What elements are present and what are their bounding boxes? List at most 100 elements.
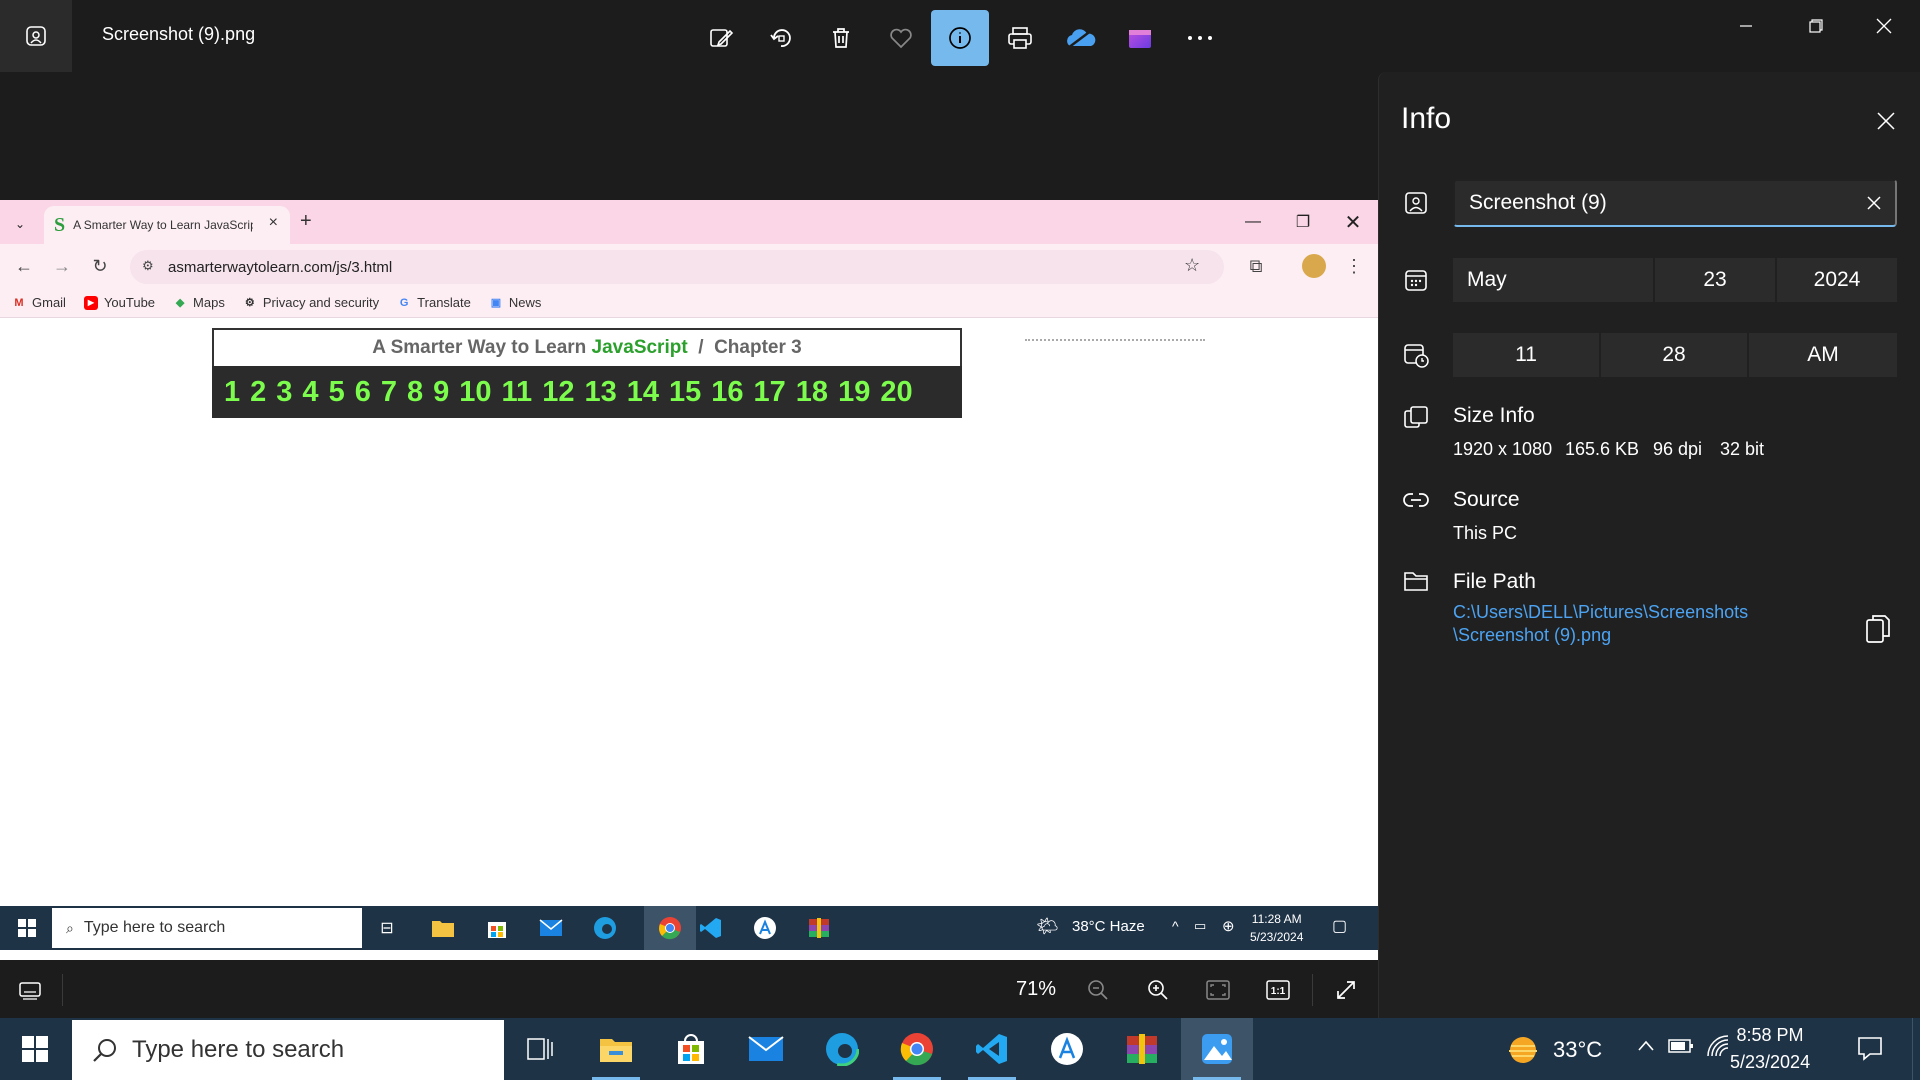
- file-explorer-icon: [428, 914, 458, 942]
- time-minute-picker[interactable]: 28: [1601, 333, 1747, 377]
- chapter-link[interactable]: 20: [880, 376, 912, 409]
- profile-avatar[interactable]: [1302, 254, 1326, 278]
- chapter-link[interactable]: 12: [542, 376, 574, 409]
- file-path-link[interactable]: C:\Users\DELL\Pictures\Screenshots: [1453, 602, 1748, 623]
- actual-size-button[interactable]: 1:1: [1262, 974, 1294, 1006]
- back-arrow-icon[interactable]: ←: [12, 254, 36, 278]
- bookmark-news[interactable]: ▣ News: [489, 295, 542, 310]
- store-icon: [482, 914, 512, 942]
- minimize-button[interactable]: [1716, 6, 1776, 46]
- print-button[interactable]: [991, 10, 1049, 66]
- browser-restore-icon[interactable]: ❐: [1283, 208, 1323, 236]
- chapter-link[interactable]: 1: [224, 376, 240, 409]
- mail-button[interactable]: [730, 1018, 802, 1080]
- chapter-link[interactable]: 7: [381, 376, 397, 409]
- show-desktop-button[interactable]: [1912, 1018, 1920, 1080]
- chapter-link[interactable]: 4: [302, 376, 318, 409]
- bookmark-privacy[interactable]: ⚙ Privacy and security: [243, 295, 379, 310]
- zoom-out-button[interactable]: [1082, 974, 1114, 1006]
- file-path-label: File Path: [1453, 570, 1536, 593]
- chrome-button[interactable]: [881, 1018, 953, 1080]
- site-info-icon[interactable]: ⚙: [142, 258, 154, 274]
- bookmark-translate[interactable]: G Translate: [397, 295, 471, 310]
- info-button[interactable]: [931, 10, 989, 66]
- taskbar-search-box[interactable]: Type here to search: [72, 1020, 504, 1080]
- winrar-button[interactable]: [1106, 1018, 1178, 1080]
- start-button[interactable]: [0, 1018, 70, 1080]
- more-options-button[interactable]: [1171, 10, 1229, 66]
- chapter-link[interactable]: 10: [459, 376, 491, 409]
- onedrive-button[interactable]: [1051, 10, 1109, 66]
- filmstrip-toggle-button[interactable]: [14, 974, 46, 1006]
- file-path-link-continued[interactable]: \Screenshot (9).png: [1453, 625, 1611, 646]
- chapter-link[interactable]: 17: [754, 376, 786, 409]
- new-tab-icon[interactable]: +: [300, 210, 312, 233]
- chapter-link[interactable]: 15: [669, 376, 701, 409]
- photos-button[interactable]: [1181, 1018, 1253, 1080]
- task-view-button[interactable]: [504, 1018, 576, 1080]
- date-day-picker[interactable]: 23: [1655, 258, 1775, 302]
- browser-tab[interactable]: S A Smarter Way to Learn JavaScript ×: [44, 206, 290, 244]
- app-a-button[interactable]: [1031, 1018, 1103, 1080]
- fit-to-window-button[interactable]: [1202, 974, 1234, 1006]
- file-explorer-button[interactable]: [580, 1018, 652, 1080]
- bookmark-star-icon[interactable]: ☆: [1184, 255, 1200, 276]
- bookmark-youtube[interactable]: ▶ YouTube: [83, 295, 155, 310]
- chapter-link[interactable]: 8: [407, 376, 423, 409]
- battery-button[interactable]: [1668, 1038, 1694, 1054]
- address-bar[interactable]: ⚙ asmarterwaytolearn.com/js/3.html ☆: [130, 250, 1224, 284]
- file-name-input[interactable]: [1453, 179, 1897, 227]
- vscode-button[interactable]: [956, 1018, 1028, 1080]
- show-hidden-icons-button[interactable]: [1636, 1036, 1656, 1056]
- browser-menu-icon[interactable]: ⋮: [1342, 254, 1366, 278]
- tab-search-icon[interactable]: ⌄: [8, 212, 32, 236]
- chapter-link[interactable]: 9: [433, 376, 449, 409]
- edge-button[interactable]: [806, 1018, 878, 1080]
- close-icon: [1876, 18, 1892, 34]
- taskbar-weather[interactable]: 33°C: [1505, 1034, 1602, 1066]
- clear-name-button[interactable]: [1857, 186, 1891, 220]
- close-info-panel-button[interactable]: [1871, 106, 1901, 136]
- taskbar-clock[interactable]: 8:58 PM 5/23/2024: [1730, 1022, 1810, 1076]
- time-hour-picker[interactable]: 11: [1453, 333, 1599, 377]
- wifi-button[interactable]: [1706, 1034, 1730, 1058]
- date-year-picker[interactable]: 2024: [1777, 258, 1897, 302]
- forward-arrow-icon[interactable]: →: [50, 254, 74, 278]
- notification-center-button[interactable]: [1856, 1034, 1884, 1062]
- tab-close-icon[interactable]: ×: [269, 214, 278, 232]
- chapter-link[interactable]: 19: [838, 376, 870, 409]
- fullscreen-button[interactable]: [1330, 974, 1362, 1006]
- chapter-link[interactable]: 5: [329, 376, 345, 409]
- bookmark-gmail[interactable]: M Gmail: [12, 295, 66, 310]
- time-ampm-picker[interactable]: AM: [1749, 333, 1897, 377]
- zoom-level[interactable]: 71%: [1016, 978, 1056, 1001]
- copy-path-button[interactable]: [1861, 612, 1895, 646]
- clipchamp-button[interactable]: [1111, 10, 1169, 66]
- chapter-link[interactable]: 18: [796, 376, 828, 409]
- restore-button[interactable]: [1786, 6, 1846, 46]
- chapter-link[interactable]: 6: [355, 376, 371, 409]
- rotate-button[interactable]: [752, 10, 810, 66]
- image-viewer[interactable]: ⌄ S A Smarter Way to Learn JavaScript × …: [0, 72, 1378, 1018]
- chapter-link[interactable]: 3: [276, 376, 292, 409]
- chapter-link[interactable]: 2: [250, 376, 266, 409]
- onedrive-icon: [1067, 29, 1096, 49]
- chapter-link[interactable]: 14: [627, 376, 659, 409]
- browser-close-icon[interactable]: ✕: [1333, 208, 1373, 236]
- favorite-button[interactable]: [872, 10, 930, 66]
- delete-button[interactable]: [812, 10, 870, 66]
- edit-image-button[interactable]: [692, 10, 750, 66]
- zoom-in-button[interactable]: [1142, 974, 1174, 1006]
- rotate-icon: [770, 29, 791, 47]
- chapter-link[interactable]: 16: [711, 376, 743, 409]
- chapter-link[interactable]: 13: [584, 376, 616, 409]
- weather-icon: 🌤: [1036, 916, 1059, 936]
- close-window-button[interactable]: [1854, 6, 1914, 46]
- store-button[interactable]: [655, 1018, 727, 1080]
- reload-icon[interactable]: ↻: [88, 254, 112, 278]
- bookmark-maps[interactable]: ◆ Maps: [173, 295, 225, 310]
- browser-minimize-icon[interactable]: —: [1233, 208, 1273, 236]
- date-month-picker[interactable]: May: [1453, 258, 1653, 302]
- extensions-icon[interactable]: ⧉: [1244, 254, 1268, 278]
- chapter-link[interactable]: 11: [502, 376, 533, 409]
